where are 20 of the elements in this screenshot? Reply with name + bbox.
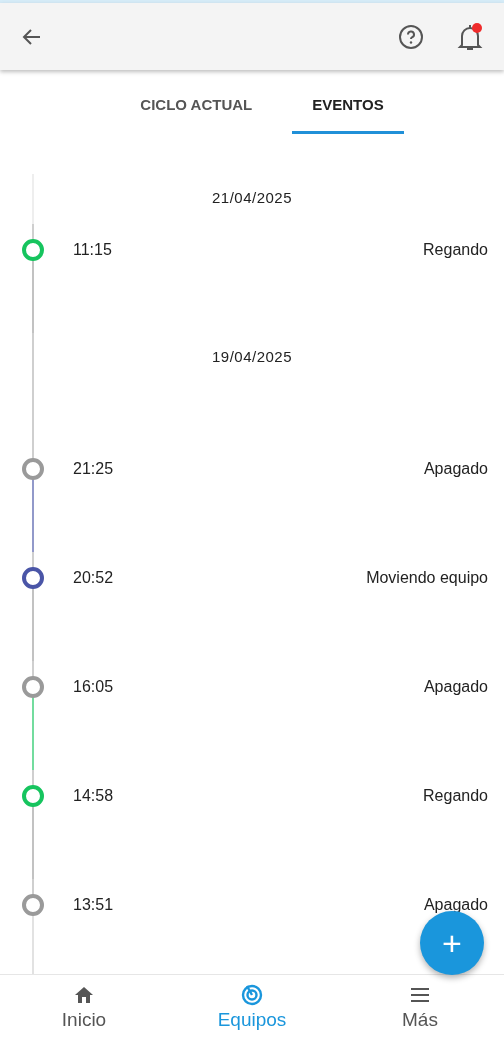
date-header: 19/04/2025 bbox=[211, 347, 293, 368]
event-time: 13:51 bbox=[73, 894, 114, 915]
notification-bell-icon[interactable] bbox=[456, 20, 484, 53]
nav-tab[interactable]: Inicio bbox=[0, 975, 168, 1037]
event-status: Regando bbox=[423, 239, 488, 260]
event-status: Regando bbox=[423, 785, 488, 806]
event-status: Apagado bbox=[423, 458, 488, 479]
event-time: 21:25 bbox=[73, 458, 114, 479]
help-icon[interactable] bbox=[398, 23, 424, 50]
event-time: 20:52 bbox=[73, 567, 114, 588]
event-time: 11:15 bbox=[73, 239, 112, 260]
event-status: Apagado bbox=[423, 676, 488, 697]
event-status: Moviendo equipo bbox=[366, 567, 488, 588]
date-header: 21/04/2025 bbox=[211, 188, 293, 209]
target-icon bbox=[240, 983, 264, 1007]
event-time: 16:05 bbox=[73, 676, 114, 697]
event-time: 14:58 bbox=[73, 785, 114, 806]
nav-tab[interactable]: Más bbox=[336, 975, 504, 1037]
tab[interactable]: CICLO ACTUAL bbox=[120, 86, 273, 134]
tab[interactable]: EVENTOS bbox=[292, 86, 404, 134]
